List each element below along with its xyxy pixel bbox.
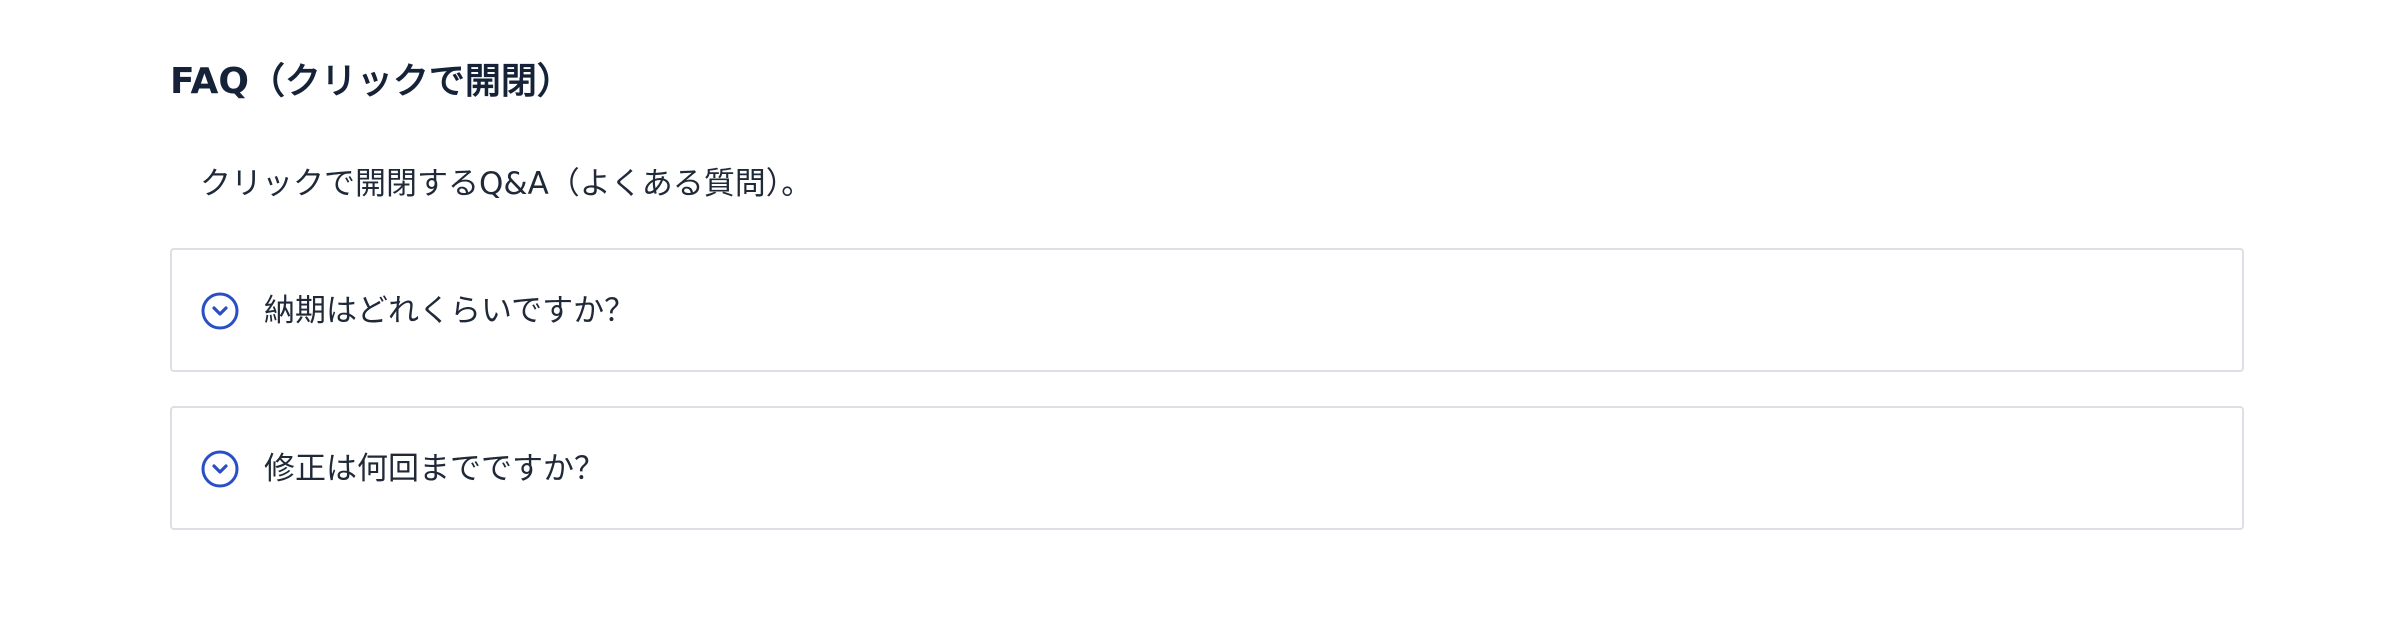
chevron-down-circle-icon[interactable] xyxy=(200,291,240,331)
chevron-down-circle-icon[interactable] xyxy=(200,449,240,489)
faq-question: 納期はどれくらいですか？ xyxy=(264,293,636,329)
faq-question: 修正は何回までですか？ xyxy=(264,451,605,487)
faq-item-delivery[interactable]: 納期はどれくらいですか？ xyxy=(170,248,2244,372)
faq-item-revisions[interactable]: 修正は何回までですか？ xyxy=(170,406,2244,530)
faq-description: クリックで開閉するQ&A（よくある質問）。 xyxy=(200,166,813,202)
page-title: FAQ（クリックで開閉） xyxy=(170,61,573,102)
